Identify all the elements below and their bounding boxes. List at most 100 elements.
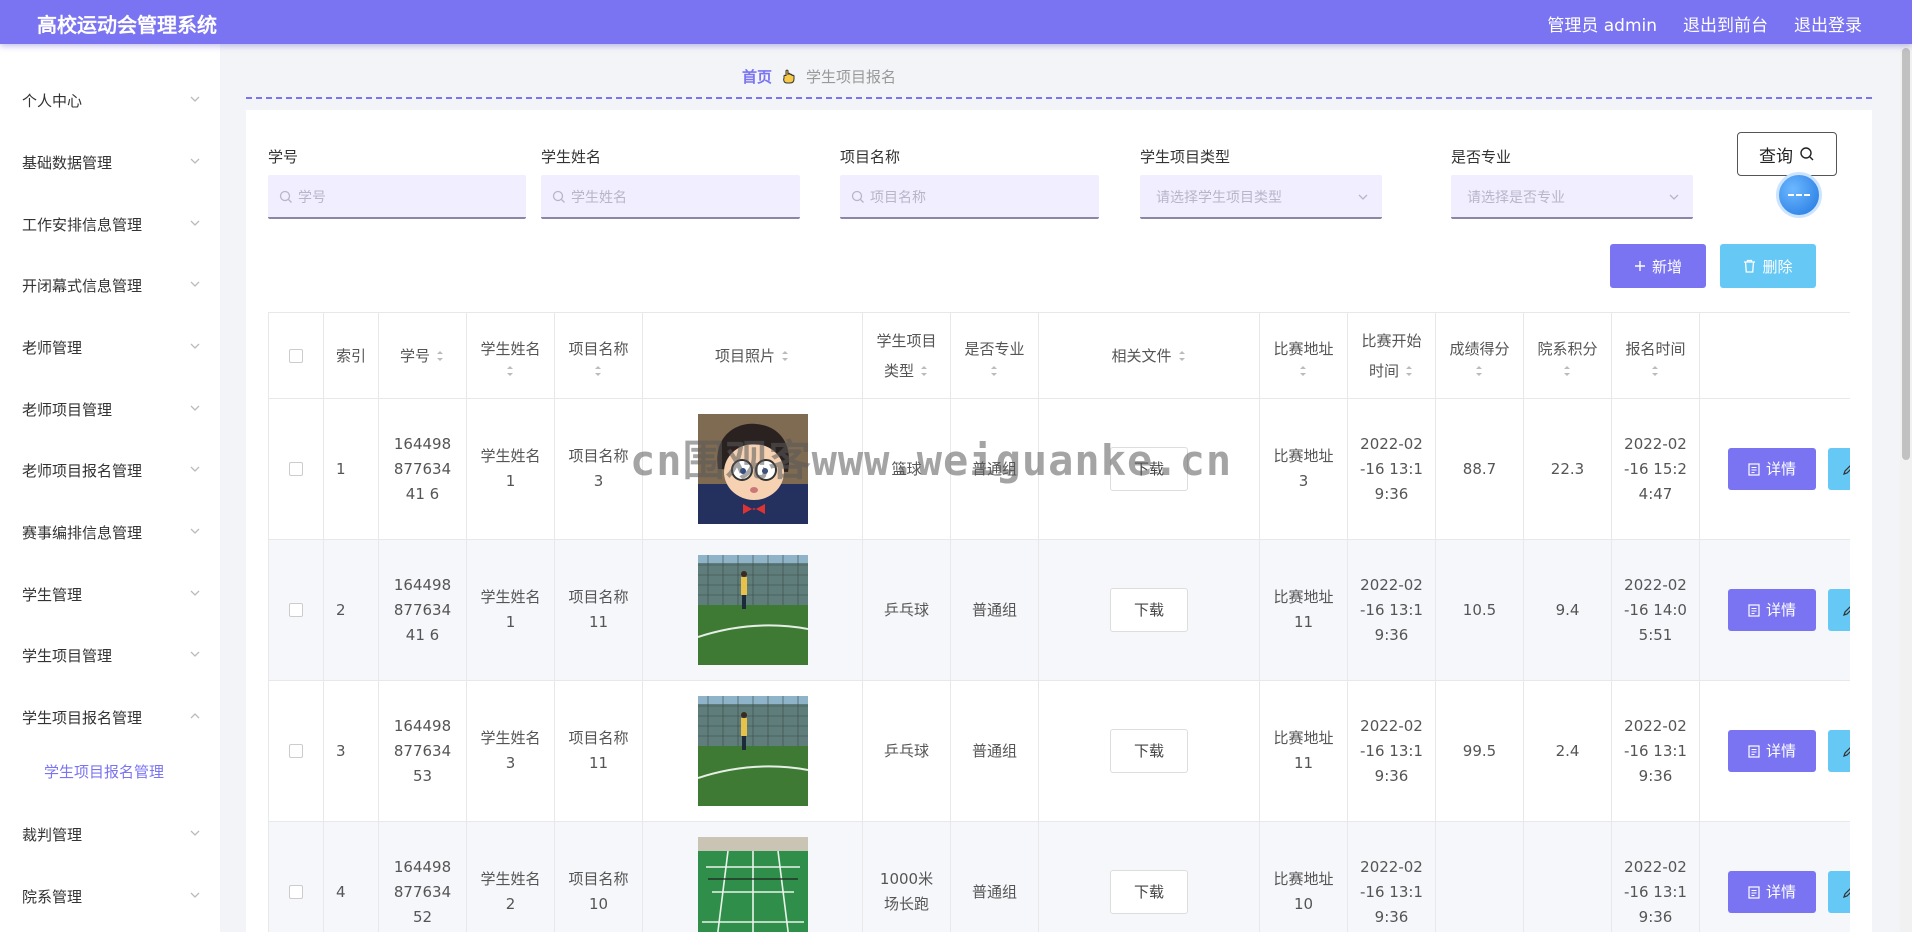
cell-points: 2.4: [1524, 681, 1612, 822]
exit-to-frontend-link[interactable]: 退出到前台: [1683, 11, 1768, 36]
header-student-no[interactable]: 学号: [379, 313, 467, 399]
document-icon: [1748, 603, 1760, 617]
sidebar-item-label: 老师项目报名管理: [22, 462, 143, 480]
filter-label-student-no: 学号: [268, 148, 299, 166]
cell-project-type: 1000米场长跑: [863, 822, 951, 932]
row-select-cell[interactable]: [269, 399, 324, 540]
logout-link[interactable]: 退出登录: [1794, 11, 1862, 36]
edit-button[interactable]: [1828, 448, 1850, 490]
document-icon: [1748, 462, 1760, 476]
sort-icon: [782, 350, 788, 361]
sidebar-item-teacher[interactable]: 老师管理: [0, 327, 220, 367]
header-professional[interactable]: 是否专业: [951, 313, 1039, 399]
cell-start-time: 2022-02-16 13:19:36: [1348, 540, 1436, 681]
sidebar-item-department[interactable]: 院系管理: [0, 876, 220, 916]
cell-actions: 详情: [1700, 399, 1850, 540]
detail-button[interactable]: 详情: [1728, 589, 1816, 631]
query-button[interactable]: 查询: [1737, 132, 1837, 176]
cell-address: 比赛地址11: [1260, 540, 1348, 681]
detail-button[interactable]: 详情: [1728, 871, 1816, 913]
cell-photo: [643, 681, 863, 822]
sidebar-item-student-signup[interactable]: 学生项目报名管理: [0, 697, 220, 737]
sidebar-item-referee[interactable]: 裁判管理: [0, 814, 220, 854]
hand-pointer-icon: [783, 69, 795, 83]
project-name-input[interactable]: 项目名称: [840, 175, 1099, 219]
sidebar-item-event-schedule[interactable]: 赛事编排信息管理: [0, 512, 220, 552]
main-content: 首页 学生项目报名 学号 学号 学生姓名 学生姓名 项目名称 项目名称 学生项目…: [220, 44, 1912, 932]
sort-icon: [595, 365, 602, 376]
cell-index: 3: [324, 681, 379, 822]
header-student-name[interactable]: 学生姓名: [467, 313, 555, 399]
edit-button[interactable]: [1828, 730, 1850, 772]
detail-button[interactable]: 详情: [1728, 730, 1816, 772]
scrollbar-thumb[interactable]: [1902, 48, 1910, 460]
sort-icon: [991, 365, 998, 376]
badminton-court-photo[interactable]: [697, 837, 808, 932]
sidebar-item-label: 学生项目管理: [22, 647, 113, 665]
sports-field-photo[interactable]: [697, 555, 808, 665]
sports-field-photo[interactable]: [697, 696, 808, 806]
edit-button[interactable]: [1828, 589, 1850, 631]
chevron-up-icon: [190, 713, 200, 719]
add-button[interactable]: 新增: [1610, 244, 1706, 288]
content-panel: 学号 学号 学生姓名 学生姓名 项目名称 项目名称 学生项目类型 请选择学生项目…: [246, 110, 1872, 932]
row-checkbox[interactable]: [289, 603, 303, 617]
search-icon: [279, 190, 292, 203]
page-scrollbar[interactable]: [1900, 44, 1912, 932]
sidebar-subitem-label: 学生项目报名管理: [44, 763, 165, 781]
sidebar-menu: 个人中心 基础数据管理 工作安排信息管理 开闭幕式信息管理 老师管理 老师项目管…: [0, 44, 220, 932]
row-checkbox[interactable]: [289, 462, 303, 476]
sidebar-item-student-project[interactable]: 学生项目管理: [0, 635, 220, 675]
header-start-time[interactable]: 比赛开始时间: [1348, 313, 1436, 399]
edit-button[interactable]: [1828, 871, 1850, 913]
trash-icon: [1744, 259, 1756, 273]
cell-signup-time: 2022-02-16 15:24:47: [1612, 399, 1700, 540]
row-checkbox[interactable]: [289, 885, 303, 899]
cell-files: 下载: [1039, 540, 1260, 681]
pencil-icon: [1843, 747, 1850, 757]
header-address[interactable]: 比赛地址: [1260, 313, 1348, 399]
row-select-cell[interactable]: [269, 681, 324, 822]
sidebar-item-personal-center[interactable]: 个人中心: [0, 80, 220, 120]
download-button[interactable]: 下载: [1110, 870, 1188, 914]
sidebar-subitem-student-signup[interactable]: 学生项目报名管理: [0, 753, 220, 789]
download-button[interactable]: 下载: [1110, 588, 1188, 632]
sidebar-item-basic-data[interactable]: 基础数据管理: [0, 142, 220, 182]
search-icon: [1800, 147, 1814, 161]
select-all-checkbox[interactable]: [289, 348, 303, 363]
detail-button[interactable]: 详情: [1728, 448, 1816, 490]
sidebar-item-teacher-signup[interactable]: 老师项目报名管理: [0, 450, 220, 490]
header-points[interactable]: 院系积分: [1524, 313, 1612, 399]
row-checkbox[interactable]: [289, 744, 303, 758]
header-project-name[interactable]: 项目名称: [555, 313, 643, 399]
student-name-input[interactable]: 学生姓名: [541, 175, 800, 219]
project-type-select[interactable]: 请选择学生项目类型: [1140, 175, 1382, 219]
header-project-type[interactable]: 学生项目类型: [863, 313, 951, 399]
professional-select[interactable]: 请选择是否专业: [1451, 175, 1693, 219]
sidebar-item-work-schedule[interactable]: 工作安排信息管理: [0, 204, 220, 244]
filter-label-student-name: 学生姓名: [541, 148, 602, 166]
delete-button[interactable]: 删除: [1720, 244, 1816, 288]
header-score[interactable]: 成绩得分: [1436, 313, 1524, 399]
header-files[interactable]: 相关文件: [1039, 313, 1260, 399]
sidebar-item-student[interactable]: 学生管理: [0, 574, 220, 614]
header-select-all[interactable]: [269, 313, 324, 399]
chevron-down-icon: [1669, 194, 1679, 200]
student-no-input[interactable]: 学号: [268, 175, 526, 219]
header-signup-time[interactable]: 报名时间: [1612, 313, 1700, 399]
cell-photo: [643, 822, 863, 932]
row-select-cell[interactable]: [269, 540, 324, 681]
floating-assist-button[interactable]: [1776, 172, 1822, 218]
sidebar-item-teacher-project[interactable]: 老师项目管理: [0, 389, 220, 429]
download-button[interactable]: 下载: [1110, 729, 1188, 773]
cell-actions: 详情: [1700, 540, 1850, 681]
chevron-down-icon: [1358, 194, 1368, 200]
breadcrumb-home[interactable]: 首页: [742, 66, 772, 87]
cell-start-time: 2022-02-16 13:19:36: [1348, 822, 1436, 932]
table-row: 3 16449887763453 学生姓名3 项目名称11 乒乓球 普通组 下载…: [269, 681, 1850, 822]
header-photo[interactable]: 项目照片: [643, 313, 863, 399]
sidebar-item-ceremony-info[interactable]: 开闭幕式信息管理: [0, 265, 220, 305]
sidebar-item-label: 赛事编排信息管理: [22, 524, 143, 542]
breadcrumb-divider: [246, 97, 1872, 99]
row-select-cell[interactable]: [269, 822, 324, 932]
